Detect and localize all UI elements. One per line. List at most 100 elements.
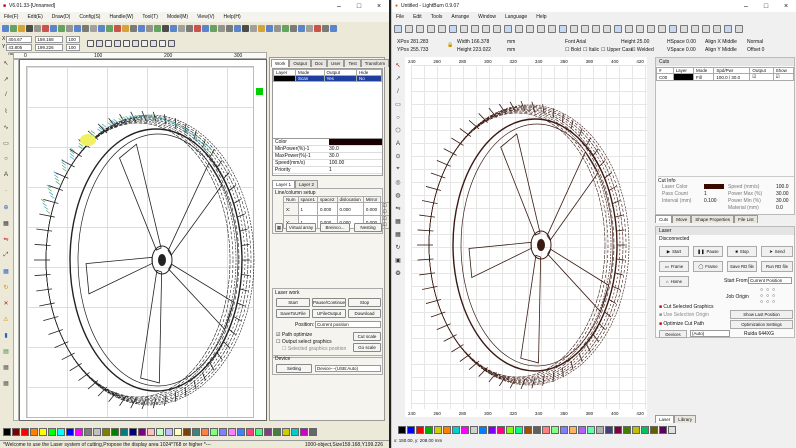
palette-swatch[interactable] xyxy=(461,426,469,434)
array-icon[interactable]: ▦ xyxy=(2,216,10,230)
use-selection-origin-checkbox[interactable]: ■ Use Selection Origin xyxy=(659,312,709,318)
settings-icon[interactable] xyxy=(559,25,567,33)
palette-swatch[interactable] xyxy=(407,426,415,434)
rotate-icon[interactable] xyxy=(150,39,158,47)
palette-swatch[interactable] xyxy=(147,428,155,436)
palette-swatch[interactable] xyxy=(201,428,209,436)
warning-icon[interactable]: ⚠ xyxy=(2,312,10,326)
minimize-icon[interactable]: – xyxy=(736,0,756,12)
tab-user[interactable]: User xyxy=(326,59,345,67)
menu-item[interactable]: Tools xyxy=(431,14,443,20)
palette-swatch[interactable] xyxy=(219,428,227,436)
virtual-array-button[interactable]: Virtual array xyxy=(286,223,316,232)
menu-item[interactable]: Tool(T) xyxy=(142,14,158,20)
palette-swatch[interactable] xyxy=(12,428,20,436)
move-icon[interactable] xyxy=(636,25,644,33)
close-icon[interactable]: × xyxy=(776,0,796,12)
edit-nodes-icon[interactable]: ↗ xyxy=(394,73,402,84)
setting-button[interactable]: Setting xyxy=(276,364,312,373)
menu-item[interactable]: Edit xyxy=(413,14,422,20)
table-icon[interactable]: ▦ xyxy=(2,376,10,390)
palette-swatch[interactable] xyxy=(48,428,56,436)
export-icon[interactable] xyxy=(34,25,41,32)
path-optimize-checkbox[interactable]: ☑ Path optimize xyxy=(276,332,312,338)
array-icon[interactable]: ▦ xyxy=(275,223,283,232)
palette-swatch[interactable] xyxy=(542,426,550,434)
center-icon[interactable] xyxy=(234,25,241,32)
close-path-icon[interactable] xyxy=(274,25,281,32)
curve-icon[interactable]: ∿ xyxy=(2,120,10,134)
tab-output[interactable]: Output xyxy=(289,59,311,67)
weld-icon[interactable] xyxy=(658,25,666,33)
grid-icon[interactable]: ▦ xyxy=(2,264,10,278)
group-icon[interactable] xyxy=(581,25,589,33)
cut-icon[interactable] xyxy=(460,25,468,33)
line-icon[interactable]: / xyxy=(394,86,402,97)
palette-swatch[interactable] xyxy=(210,428,218,436)
stop-button[interactable]: ■ Stop xyxy=(727,246,757,257)
palette-swatch[interactable] xyxy=(237,428,245,436)
ungroup-icon[interactable] xyxy=(592,25,600,33)
width-field[interactable]: Width 166.378 xyxy=(457,39,489,45)
property-value[interactable]: 30.0 xyxy=(329,153,382,159)
height-field[interactable]: Height 223.022 xyxy=(457,47,491,53)
select-icon[interactable] xyxy=(82,25,89,32)
palette-swatch[interactable] xyxy=(632,426,640,434)
palette-swatch[interactable] xyxy=(309,428,317,436)
scale-y-field[interactable]: 100 xyxy=(66,43,81,51)
zoom-out-icon[interactable] xyxy=(98,25,105,32)
lock-icon[interactable]: 🔒 xyxy=(447,42,453,48)
selected-graphics-checkbox[interactable]: ☐ Selected graphics position xyxy=(282,346,346,352)
output-cell[interactable]: Yes xyxy=(323,75,357,82)
palette-swatch[interactable] xyxy=(291,428,299,436)
xpos-field[interactable]: XPos 281.283 xyxy=(397,39,428,45)
group-icon[interactable] xyxy=(242,25,249,32)
maximize-icon[interactable]: □ xyxy=(349,0,369,12)
layer-tab-2[interactable]: Layer 2 xyxy=(295,180,319,188)
palette-swatch[interactable] xyxy=(282,428,290,436)
offset-icon[interactable] xyxy=(266,25,273,32)
property-value[interactable] xyxy=(329,139,382,145)
cut-selected-checkbox[interactable]: ■ Cut Selected Graphics xyxy=(659,304,713,310)
align-icon[interactable]: ▣ xyxy=(394,255,402,266)
rotate-icon[interactable] xyxy=(194,25,201,32)
palette-swatch[interactable] xyxy=(156,428,164,436)
start-button[interactable]: Start xyxy=(276,298,310,307)
text-icon[interactable]: A xyxy=(2,168,10,182)
text-icon[interactable]: A xyxy=(394,138,402,149)
tab-library[interactable]: Library xyxy=(674,415,697,423)
import-icon[interactable] xyxy=(26,25,33,32)
design-canvas[interactable] xyxy=(19,59,267,421)
palette-swatch[interactable] xyxy=(39,428,47,436)
maximize-icon[interactable]: □ xyxy=(756,0,776,12)
circle-icon[interactable]: ○ xyxy=(394,112,402,123)
port-select[interactable]: (Auto) xyxy=(690,330,730,337)
scan-icon[interactable] xyxy=(724,25,732,33)
value-cell[interactable]: 1 xyxy=(297,202,319,216)
copy-icon[interactable] xyxy=(471,25,479,33)
menu-item[interactable]: Language xyxy=(505,14,527,20)
palette-swatch[interactable] xyxy=(129,428,137,436)
palette-swatch[interactable] xyxy=(102,428,110,436)
bold-checkbox[interactable]: ☐ Bold xyxy=(565,47,581,53)
cut-scale-button[interactable]: Cut scale xyxy=(353,332,381,341)
font-height-field[interactable]: Height 25.00 xyxy=(621,39,649,45)
position-icon[interactable]: ⊕ xyxy=(2,200,10,214)
ellipse-icon[interactable] xyxy=(146,25,153,32)
select-icon[interactable]: ↖ xyxy=(2,56,10,70)
menu-item[interactable]: Config(S) xyxy=(79,14,100,20)
align-x-select[interactable]: Align X Middle xyxy=(705,39,737,45)
align-top-icon[interactable] xyxy=(218,25,225,32)
mirror-icon[interactable]: ⇋ xyxy=(394,203,402,214)
point-icon[interactable] xyxy=(162,25,169,32)
lock-icon[interactable] xyxy=(123,39,131,47)
simulate-icon[interactable] xyxy=(330,25,337,32)
boolean-icon[interactable] xyxy=(647,25,655,33)
zoom-fit-icon[interactable] xyxy=(106,25,113,32)
go-scale-button[interactable]: Go scale xyxy=(353,343,381,352)
zoom-fit-icon[interactable] xyxy=(526,25,534,33)
camera-icon[interactable] xyxy=(548,25,556,33)
height-field[interactable]: 199.226 mm xyxy=(35,43,64,56)
offset-field[interactable]: Offset 0 xyxy=(747,47,764,53)
menu-item[interactable]: Edit(E) xyxy=(27,14,42,20)
